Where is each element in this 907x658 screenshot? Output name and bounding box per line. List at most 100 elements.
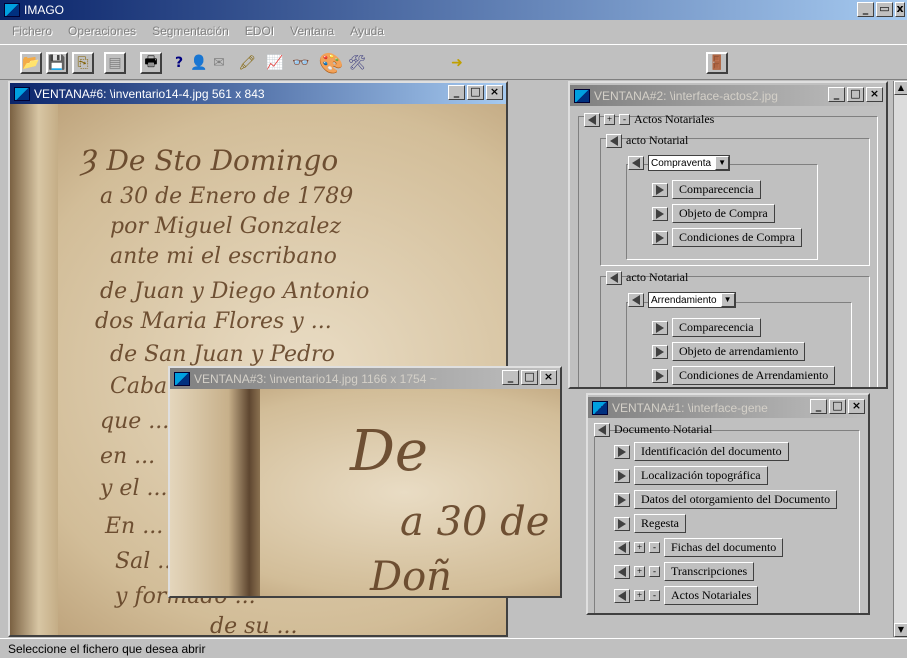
expand-icon[interactable] [652, 230, 668, 245]
ventana3-titlebar[interactable]: VENTANA#3: \inventario14.jpg 1166 x 1754… [170, 368, 560, 389]
marker-icon[interactable]: 🖍 [236, 52, 258, 74]
ventana2-titlebar[interactable]: VENTANA#2: \interface-actos2.jpg _ □ × [570, 85, 886, 106]
maximize-button[interactable]: ▭ [876, 2, 893, 17]
print-icon[interactable]: 🖶 [140, 52, 162, 74]
remove-icon[interactable]: - [649, 590, 660, 601]
minimize-button[interactable]: _ [857, 2, 874, 17]
collapse-icon[interactable] [628, 156, 644, 170]
actos-group-node[interactable]: + - Actos Notariales [614, 586, 759, 605]
compraventa-node[interactable]: Compraventa ▼ [628, 155, 731, 171]
chevron-down-icon[interactable]: ▼ [720, 293, 735, 307]
condiciones-compra-item[interactable]: Condiciones de Compra [652, 228, 802, 247]
ventana1-maximize-button[interactable]: □ [829, 399, 846, 414]
datos-otorgamiento-item[interactable]: Datos del otorgamiento del Documento [614, 490, 838, 509]
chevron-down-icon[interactable]: ▼ [715, 156, 730, 170]
tools-icon[interactable]: 🛠 [346, 52, 368, 74]
chart-icon[interactable]: 📈 [264, 52, 286, 74]
collapse-icon[interactable] [614, 540, 630, 555]
arrendamiento-select[interactable]: Arrendamiento ▼ [648, 292, 736, 308]
fichas-group-node[interactable]: + - Fichas del documento [614, 538, 784, 557]
remove-icon[interactable]: - [649, 542, 660, 553]
ink-line: Doñ [370, 554, 452, 596]
close-button[interactable]: x [895, 2, 905, 17]
collapse-icon[interactable] [614, 564, 630, 579]
ventana2-maximize-button[interactable]: □ [847, 87, 864, 102]
expand-icon[interactable] [614, 516, 630, 531]
palette-icon[interactable]: 🎨 [319, 51, 344, 75]
ink-line: a 30 de Enero de 1789 [100, 184, 354, 209]
collapse-icon[interactable] [606, 133, 622, 148]
objeto-compra-item[interactable]: Objeto de Compra [652, 204, 775, 223]
collapse-icon[interactable] [584, 112, 600, 127]
add-icon[interactable]: + [634, 566, 645, 577]
add-icon[interactable]: + [604, 114, 615, 125]
ventana2-minimize-button[interactable]: _ [828, 87, 845, 102]
condiciones-arrendamiento-item[interactable]: Condiciones de Arrendamiento [652, 366, 836, 385]
objeto-arrendamiento-item[interactable]: Objeto de arrendamiento [652, 342, 806, 361]
ventana3-close-button[interactable]: × [540, 370, 557, 385]
ventana6-maximize-button[interactable]: □ [467, 85, 484, 100]
expand-icon[interactable] [614, 492, 630, 507]
collapse-icon[interactable] [628, 293, 644, 307]
binding-fold [10, 104, 58, 635]
binoculars-icon[interactable]: 👓 [290, 52, 312, 74]
menu-ayuda[interactable]: Ayuda [350, 24, 384, 38]
arrow-icon[interactable]: ➜ [446, 52, 468, 74]
regesta-item[interactable]: Regesta [614, 514, 686, 533]
collapse-icon[interactable] [614, 588, 630, 603]
expand-icon[interactable] [652, 368, 668, 383]
expand-icon[interactable] [652, 182, 668, 197]
transcripciones-group-node[interactable]: + - Transcripciones [614, 562, 755, 581]
collapse-icon[interactable] [606, 270, 622, 285]
save-icon[interactable]: 💾 [46, 52, 68, 74]
ventana6-close-button[interactable]: × [486, 85, 503, 100]
comparecencia2-item[interactable]: Comparecencia [652, 318, 761, 337]
paste-icon[interactable]: ▤ [104, 52, 126, 74]
ink-line: por Miguel Gonzalez [110, 214, 342, 239]
copy-icon[interactable]: ⎘ [72, 52, 94, 74]
arrendamiento-node[interactable]: Arrendamiento ▼ [628, 292, 736, 308]
help-icon[interactable]: ? [168, 52, 190, 74]
menu-operaciones[interactable]: Operaciones [68, 24, 136, 38]
expand-icon[interactable] [652, 320, 668, 335]
remove-icon[interactable]: - [619, 114, 630, 125]
ventana1-minimize-button[interactable]: _ [810, 399, 827, 414]
remove-icon[interactable]: - [649, 566, 660, 577]
acto2-node[interactable]: acto Notarial [606, 270, 688, 285]
add-icon[interactable]: + [634, 590, 645, 601]
scroll-up-button[interactable]: ▲ [894, 81, 907, 95]
ventana1-close-button[interactable]: × [848, 399, 865, 414]
person-icon[interactable]: 👤 [188, 52, 210, 74]
add-icon[interactable]: + [634, 542, 645, 553]
mail-icon[interactable]: ✉ [208, 52, 230, 74]
window-ventana3[interactable]: VENTANA#3: \inventario14.jpg 1166 x 1754… [168, 366, 562, 598]
ventana2-close-button[interactable]: × [866, 87, 883, 102]
expand-icon[interactable] [614, 444, 630, 459]
expand-icon[interactable] [652, 344, 668, 359]
acto1-node[interactable]: acto Notarial [606, 133, 688, 148]
menu-segmentacion[interactable]: Segmentación [152, 24, 229, 38]
comparecencia-item[interactable]: Comparecencia [652, 180, 761, 199]
menu-ventana[interactable]: Ventana [290, 24, 334, 38]
ventana6-titlebar[interactable]: VENTANA#6: \inventario14-4.jpg 561 x 843… [10, 83, 506, 104]
window-ventana1[interactable]: VENTANA#1: \interface-gene _ □ × Documen… [586, 393, 870, 615]
identificacion-item[interactable]: Identificación del documento [614, 442, 789, 461]
ventana3-maximize-button[interactable]: □ [521, 370, 538, 385]
compraventa-select[interactable]: Compraventa ▼ [648, 155, 731, 171]
ventana1-titlebar[interactable]: VENTANA#1: \interface-gene _ □ × [588, 397, 868, 418]
menu-fichero[interactable]: Fichero [12, 24, 52, 38]
window-ventana2[interactable]: VENTANA#2: \interface-actos2.jpg _ □ × +… [568, 81, 888, 389]
exit-icon[interactable]: 🚪 [706, 52, 728, 74]
expand-icon[interactable] [652, 206, 668, 221]
documento-notarial-node[interactable]: Documento Notarial [594, 422, 712, 437]
collapse-icon[interactable] [594, 422, 610, 437]
actos-notariales-node[interactable]: + - Actos Notariales [584, 112, 714, 127]
mdi-scrollbar[interactable]: ▲ ▼ [893, 81, 907, 637]
scroll-down-button[interactable]: ▼ [894, 623, 907, 637]
menu-edoi[interactable]: EDOI [245, 24, 274, 38]
localizacion-item[interactable]: Localización topográfica [614, 466, 768, 485]
ventana3-minimize-button[interactable]: _ [502, 370, 519, 385]
ventana6-minimize-button[interactable]: _ [448, 85, 465, 100]
open-folder-icon[interactable]: 📂 [20, 52, 42, 74]
expand-icon[interactable] [614, 468, 630, 483]
